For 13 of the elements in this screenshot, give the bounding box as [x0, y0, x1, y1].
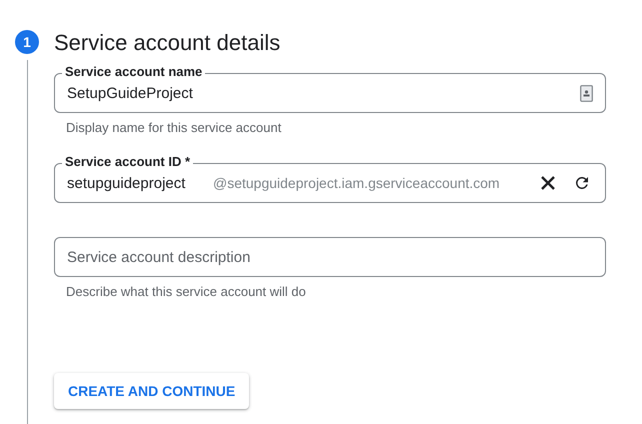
field-hint: Display name for this service account: [66, 120, 282, 135]
domain-suffix: @setupguideproject.iam.gserviceaccount.com: [213, 175, 501, 191]
description-input[interactable]: Service account description: [67, 248, 593, 266]
refresh-icon: [573, 174, 591, 192]
description-field[interactable]: Service account description: [54, 237, 606, 277]
contact-card-icon: [580, 84, 593, 102]
step-title: Service account details: [54, 29, 282, 57]
close-icon: [540, 175, 556, 191]
step-number: 1: [15, 30, 39, 54]
create-and-continue-button[interactable]: CREATE AND CONTINUE: [54, 373, 250, 409]
id-input[interactable]: setupguideproject: [67, 174, 201, 192]
field-hint: Describe what this service account will do: [66, 284, 307, 299]
name-input[interactable]: SetupGuideProject: [67, 84, 568, 102]
